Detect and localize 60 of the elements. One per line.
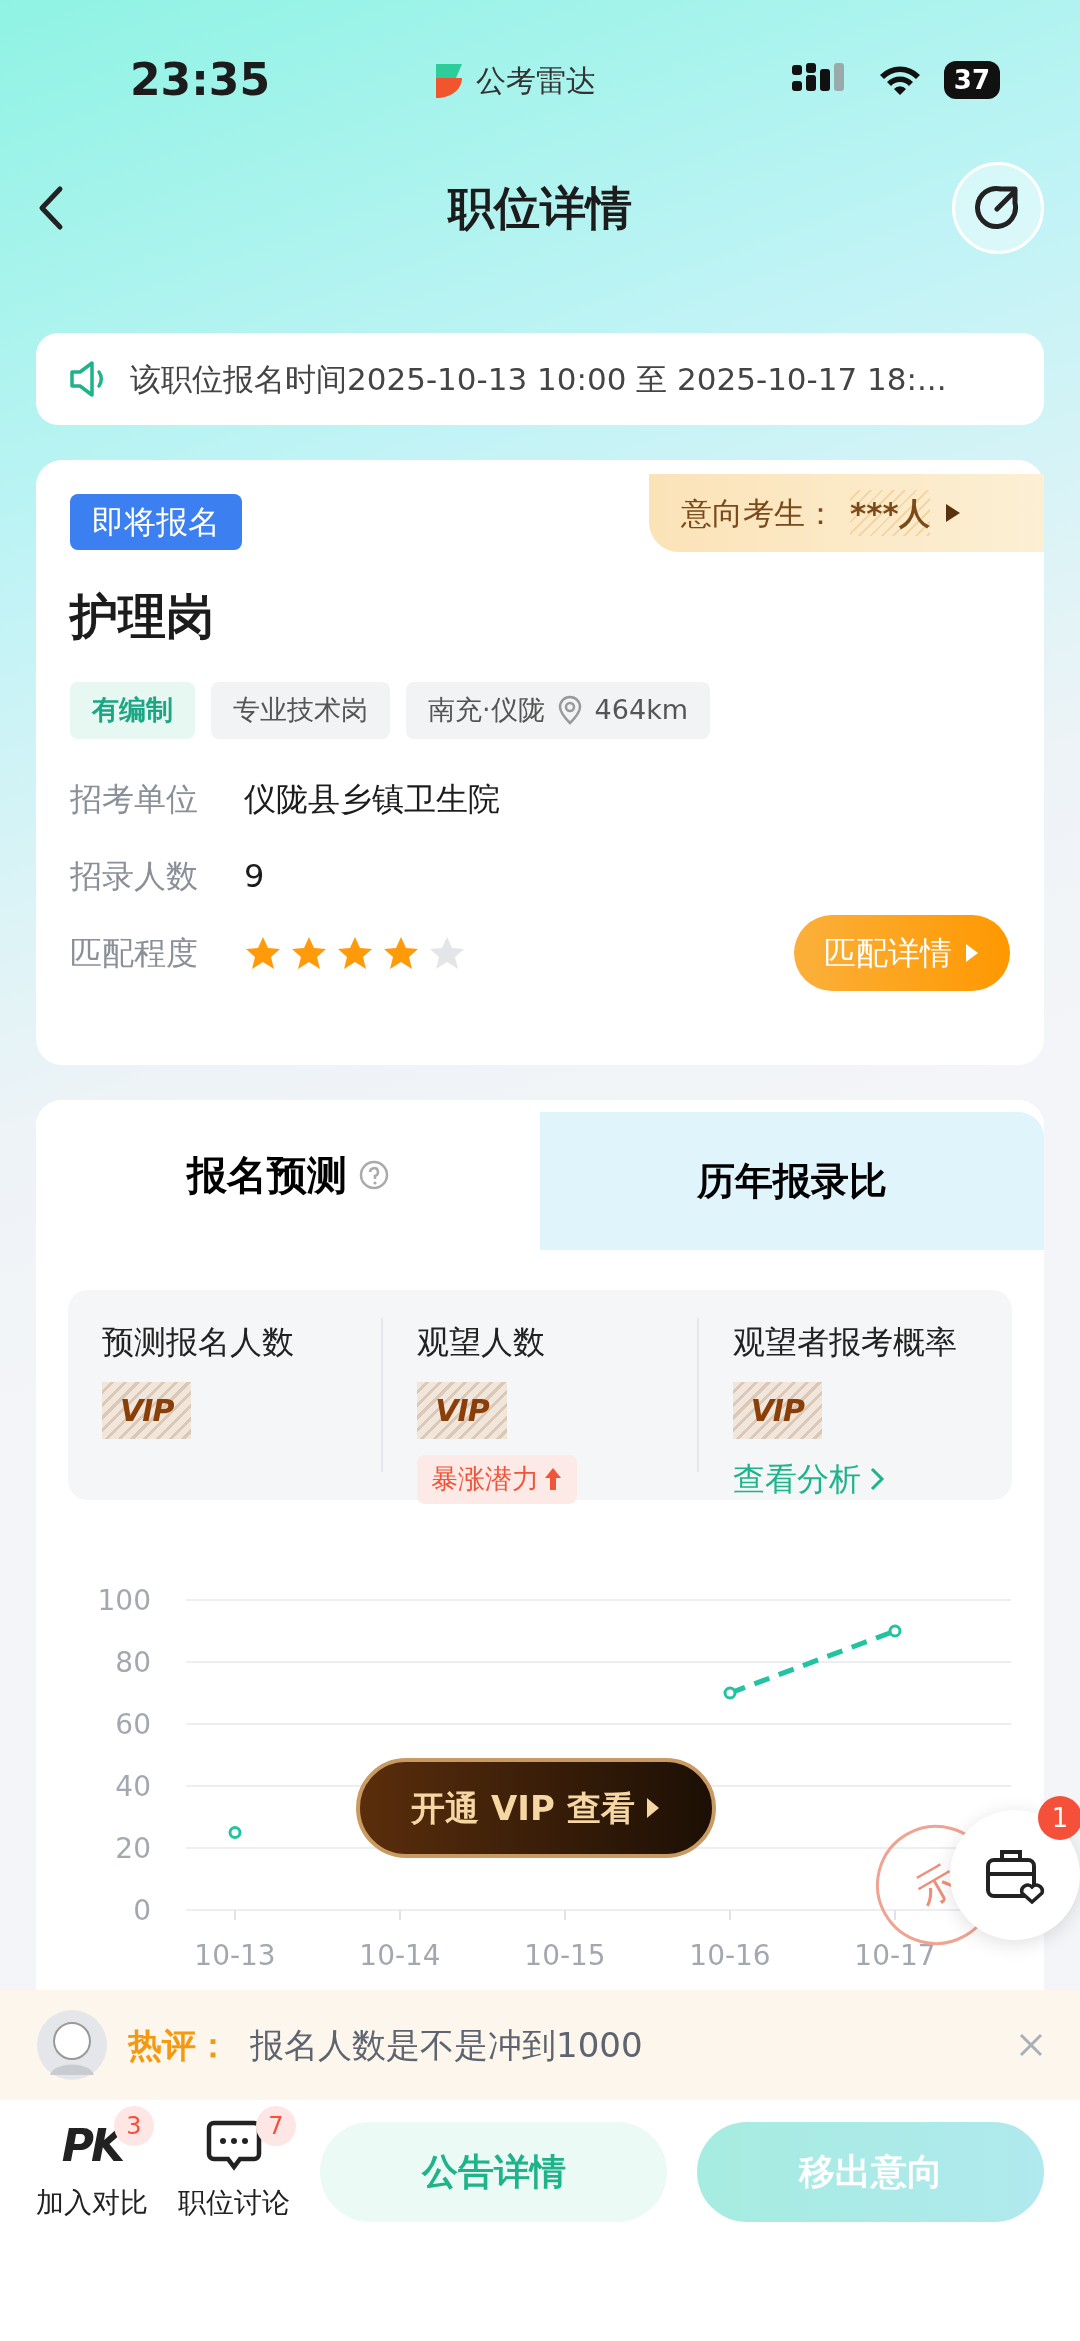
close-icon xyxy=(1018,2032,1044,2058)
summary-label: 观望人数 xyxy=(417,1322,546,1363)
up-arrow-icon xyxy=(543,1466,564,1493)
distance-text: 464km xyxy=(594,693,689,727)
y-tick-label: 0 xyxy=(133,1894,151,1927)
summary-label: 观望者报考概率 xyxy=(732,1322,957,1363)
data-point xyxy=(228,1826,242,1839)
count-badge: 1 xyxy=(1038,1796,1080,1840)
avatar-icon xyxy=(36,2009,108,2081)
trend-tag: 暴涨潜力 xyxy=(417,1455,578,1504)
interest-ribbon[interactable]: 意向考生： ***人 xyxy=(649,474,1044,552)
status-time: 23:35 xyxy=(130,53,272,107)
data-point xyxy=(888,1624,902,1638)
battery-indicator: 37 xyxy=(943,61,1000,99)
data-point xyxy=(723,1686,737,1700)
page-title: 职位详情 xyxy=(446,179,633,237)
y-tick-label: 40 xyxy=(115,1770,151,1803)
tag: 专业技术岗 xyxy=(211,682,390,739)
y-tick-label: 60 xyxy=(115,1708,151,1741)
vip-badge: VIP xyxy=(732,1382,823,1439)
notice-text: 该职位报名时间2025-10-13 10:00 至 2025-10-17 18:... xyxy=(130,359,947,399)
location-pin-icon xyxy=(556,695,583,726)
interest-count: ***人 xyxy=(850,489,930,537)
field-value: 仪陇县乡镇卫生院 xyxy=(244,779,500,820)
star-icon xyxy=(336,935,374,971)
chat-icon xyxy=(206,2119,262,2173)
x-tick-label: 10-15 xyxy=(524,1939,606,1972)
status-badge: 即将报名 xyxy=(70,494,242,550)
tag: 有编制 xyxy=(70,682,195,739)
vip-badge: VIP xyxy=(417,1382,507,1439)
star-icon xyxy=(428,935,466,971)
unlock-vip-button[interactable]: 开通 VIP 查看 xyxy=(356,1758,716,1858)
app-name: 公考雷达 xyxy=(476,61,596,100)
play-icon xyxy=(644,1796,661,1820)
chevron-right-icon xyxy=(868,1466,885,1492)
comment-text: 报名人数是不是冲到1000 xyxy=(250,2023,643,2067)
play-icon xyxy=(943,502,962,524)
field-label: 招考单位 xyxy=(70,779,199,820)
y-tick-label: 100 xyxy=(97,1584,151,1617)
y-tick-label: 20 xyxy=(115,1832,151,1865)
star-icon xyxy=(382,935,420,971)
interest-label: 意向考生： xyxy=(681,493,836,533)
comment-label: 热评： xyxy=(128,2023,230,2067)
vip-badge: VIP xyxy=(102,1382,192,1439)
star-icon xyxy=(290,935,328,971)
play-icon xyxy=(964,942,980,964)
y-tick-label: 80 xyxy=(115,1646,151,1679)
job-title: 护理岗 xyxy=(70,587,215,646)
count-badge: 7 xyxy=(256,2106,296,2146)
location-text: 南充·仪陇 xyxy=(428,693,545,727)
x-tick-label: 10-16 xyxy=(689,1939,771,1972)
star-icon xyxy=(244,935,282,971)
x-tick-label: 10-14 xyxy=(359,1939,441,1972)
tab[interactable]: 历年报录比 xyxy=(540,1112,1044,1250)
field-label: 招录人数 xyxy=(70,856,199,897)
summary-label: 预测报名人数 xyxy=(102,1322,294,1363)
field-label: 匹配程度 xyxy=(70,933,199,974)
x-tick-label: 10-13 xyxy=(194,1939,276,1972)
help-icon xyxy=(359,1160,389,1190)
field-value: 9 xyxy=(244,856,265,897)
